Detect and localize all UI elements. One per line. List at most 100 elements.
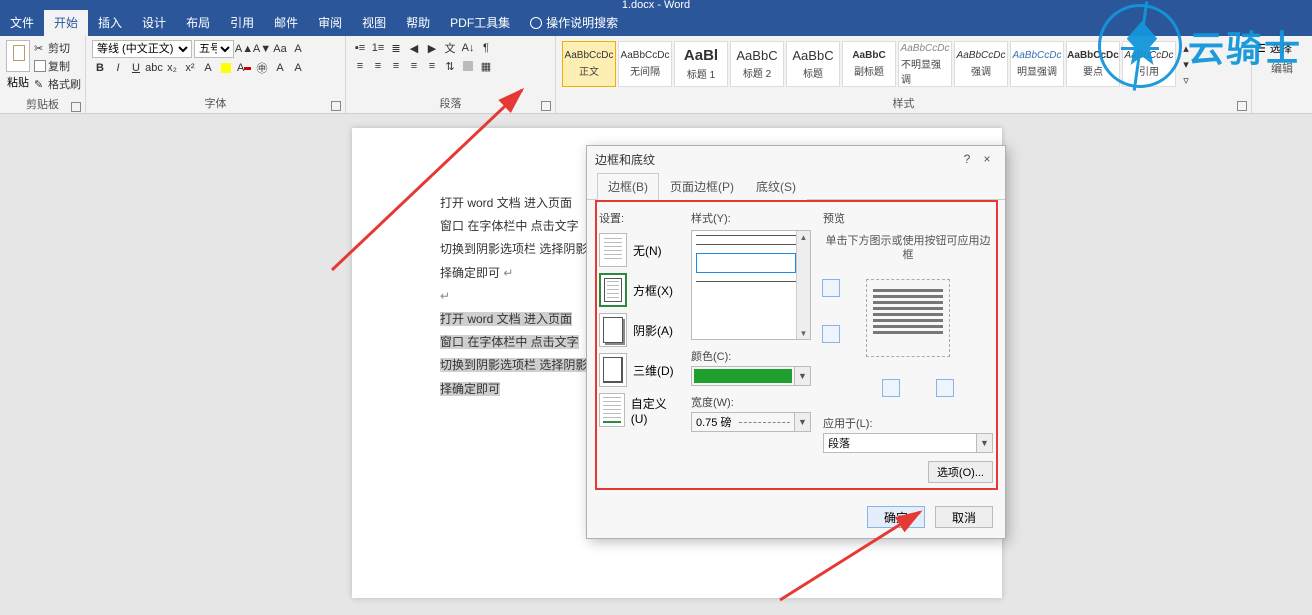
strikethrough-button[interactable]: abc: [146, 60, 162, 76]
numbering-button[interactable]: 1≡: [370, 40, 386, 56]
setting-custom-label: 自定义(U): [631, 395, 679, 426]
ok-button[interactable]: 确定: [867, 506, 925, 528]
text-effects-button[interactable]: A: [200, 60, 216, 76]
tab-help[interactable]: 帮助: [396, 10, 440, 36]
color-dropdown[interactable]: ▼: [691, 366, 811, 386]
shading-button[interactable]: [460, 58, 476, 74]
scroll-up-icon[interactable]: ▲: [798, 231, 810, 243]
style-subtle-emphasis[interactable]: AaBbCcDc不明显强调: [898, 41, 952, 87]
tab-page-borders[interactable]: 页面边框(P): [659, 173, 745, 200]
apply-value: 段落: [824, 435, 976, 451]
increase-indent-button[interactable]: ▶: [424, 40, 440, 56]
tab-layout[interactable]: 布局: [176, 10, 220, 36]
tell-me[interactable]: 操作说明搜索: [520, 10, 628, 36]
font-name-select[interactable]: 等线 (中文正文): [92, 40, 192, 58]
style-subtitle[interactable]: AaBbC副标题: [842, 41, 896, 87]
style-emphasis[interactable]: AaBbCcDc强调: [954, 41, 1008, 87]
align-right-button[interactable]: ≡: [388, 58, 404, 74]
decrease-indent-button[interactable]: ◀: [406, 40, 422, 56]
setting-none[interactable]: 无(N): [599, 230, 679, 270]
style-heading-1[interactable]: AaBl标题 1: [674, 41, 728, 87]
window-title: 1.docx - Word: [622, 0, 690, 11]
custom-icon: [599, 393, 625, 427]
show-marks-button[interactable]: ¶: [478, 40, 494, 56]
watermark-logo-icon: [1098, 4, 1182, 88]
tab-mailings[interactable]: 邮件: [264, 10, 308, 36]
tab-references[interactable]: 引用: [220, 10, 264, 36]
char-shading-button[interactable]: A: [290, 60, 306, 76]
style-title[interactable]: AaBbC标题: [786, 41, 840, 87]
dialog-close-button[interactable]: ×: [977, 152, 997, 166]
sort-button[interactable]: A↓: [460, 40, 476, 56]
text-direction-button[interactable]: 文: [442, 40, 458, 56]
cut-button[interactable]: 剪切: [34, 40, 82, 56]
tab-borders[interactable]: 边框(B): [597, 173, 659, 200]
style-intense-emphasis[interactable]: AaBbCcDc明显强调: [1010, 41, 1064, 87]
clipboard-dialog-launcher[interactable]: [71, 102, 81, 112]
copy-icon: [34, 60, 46, 72]
style-normal[interactable]: AaBbCcDc正文: [562, 41, 616, 87]
apply-to-dropdown[interactable]: 段落 ▼: [823, 433, 993, 453]
grow-font-button[interactable]: A▲: [236, 41, 252, 57]
align-left-button[interactable]: ≡: [352, 58, 368, 74]
align-center-button[interactable]: ≡: [370, 58, 386, 74]
tab-home[interactable]: 开始: [44, 10, 88, 36]
options-button[interactable]: 选项(O)...: [928, 461, 993, 483]
border-top-button[interactable]: [822, 279, 840, 297]
multilevel-button[interactable]: ≣: [388, 40, 404, 56]
width-label: 宽度(W):: [691, 394, 811, 410]
font-color-button[interactable]: A: [236, 60, 252, 76]
tab-shading[interactable]: 底纹(S): [745, 173, 807, 200]
scroll-down-icon[interactable]: ▼: [798, 327, 810, 339]
underline-button[interactable]: U: [128, 60, 144, 76]
cut-label: 剪切: [48, 40, 70, 56]
paragraph-dialog-launcher[interactable]: [541, 101, 551, 111]
cancel-button[interactable]: 取消: [935, 506, 993, 528]
font-size-select[interactable]: 五号: [194, 40, 234, 58]
shrink-font-button[interactable]: A▼: [254, 41, 270, 57]
subscript-button[interactable]: x₂: [164, 60, 180, 76]
border-right-button[interactable]: [936, 379, 954, 397]
setting-box[interactable]: 方框(X): [599, 270, 679, 310]
paste-button[interactable]: 粘贴: [6, 40, 30, 90]
distribute-button[interactable]: ≡: [424, 58, 440, 74]
font-dialog-launcher[interactable]: [331, 101, 341, 111]
copy-button[interactable]: 复制: [34, 58, 82, 74]
line-spacing-button[interactable]: ⇅: [442, 58, 458, 74]
highlight-button[interactable]: [218, 60, 234, 76]
format-painter-button[interactable]: 格式刷: [34, 76, 82, 92]
styles-dialog-launcher[interactable]: [1237, 101, 1247, 111]
width-dropdown[interactable]: 0.75 磅 ▼: [691, 412, 811, 432]
dialog-help-button[interactable]: ?: [957, 152, 977, 166]
border-left-button[interactable]: [822, 325, 840, 343]
setting-custom[interactable]: 自定义(U): [599, 390, 679, 430]
tab-insert[interactable]: 插入: [88, 10, 132, 36]
italic-button[interactable]: I: [110, 60, 126, 76]
group-paragraph: ▪≡ 1≡ ≣ ◀ ▶ 文 A↓ ¶ ≡ ≡ ≡ ≡ ≡ ⇅ ▦ 段落: [346, 36, 556, 113]
bullets-button[interactable]: ▪≡: [352, 40, 368, 56]
setting-3d[interactable]: 三维(D): [599, 350, 679, 390]
phonetic-button[interactable]: ㊥: [254, 60, 270, 76]
tab-file[interactable]: 文件: [0, 10, 44, 36]
change-case-button[interactable]: Aa: [272, 41, 288, 57]
char-border-button[interactable]: A: [272, 60, 288, 76]
style-scrollbar[interactable]: ▲ ▼: [796, 231, 810, 339]
superscript-button[interactable]: x²: [182, 60, 198, 76]
border-bottom-button[interactable]: [882, 379, 900, 397]
tab-pdf[interactable]: PDF工具集: [440, 10, 520, 36]
bold-button[interactable]: B: [92, 60, 108, 76]
none-icon: [599, 233, 627, 267]
justify-button[interactable]: ≡: [406, 58, 422, 74]
borders-button[interactable]: ▦: [478, 58, 494, 74]
clear-format-button[interactable]: A: [290, 41, 306, 57]
chevron-down-icon: ▼: [794, 367, 810, 385]
style-no-spacing[interactable]: AaBbCcDc无间隔: [618, 41, 672, 87]
style-listbox[interactable]: ▲ ▼: [691, 230, 811, 340]
tab-view[interactable]: 视图: [352, 10, 396, 36]
style-heading-2[interactable]: AaBbC标题 2: [730, 41, 784, 87]
tab-review[interactable]: 审阅: [308, 10, 352, 36]
setting-shadow[interactable]: 阴影(A): [599, 310, 679, 350]
tab-design[interactable]: 设计: [132, 10, 176, 36]
width-preview: [739, 422, 790, 423]
dialog-titlebar[interactable]: 边框和底纹 ? ×: [587, 146, 1005, 172]
